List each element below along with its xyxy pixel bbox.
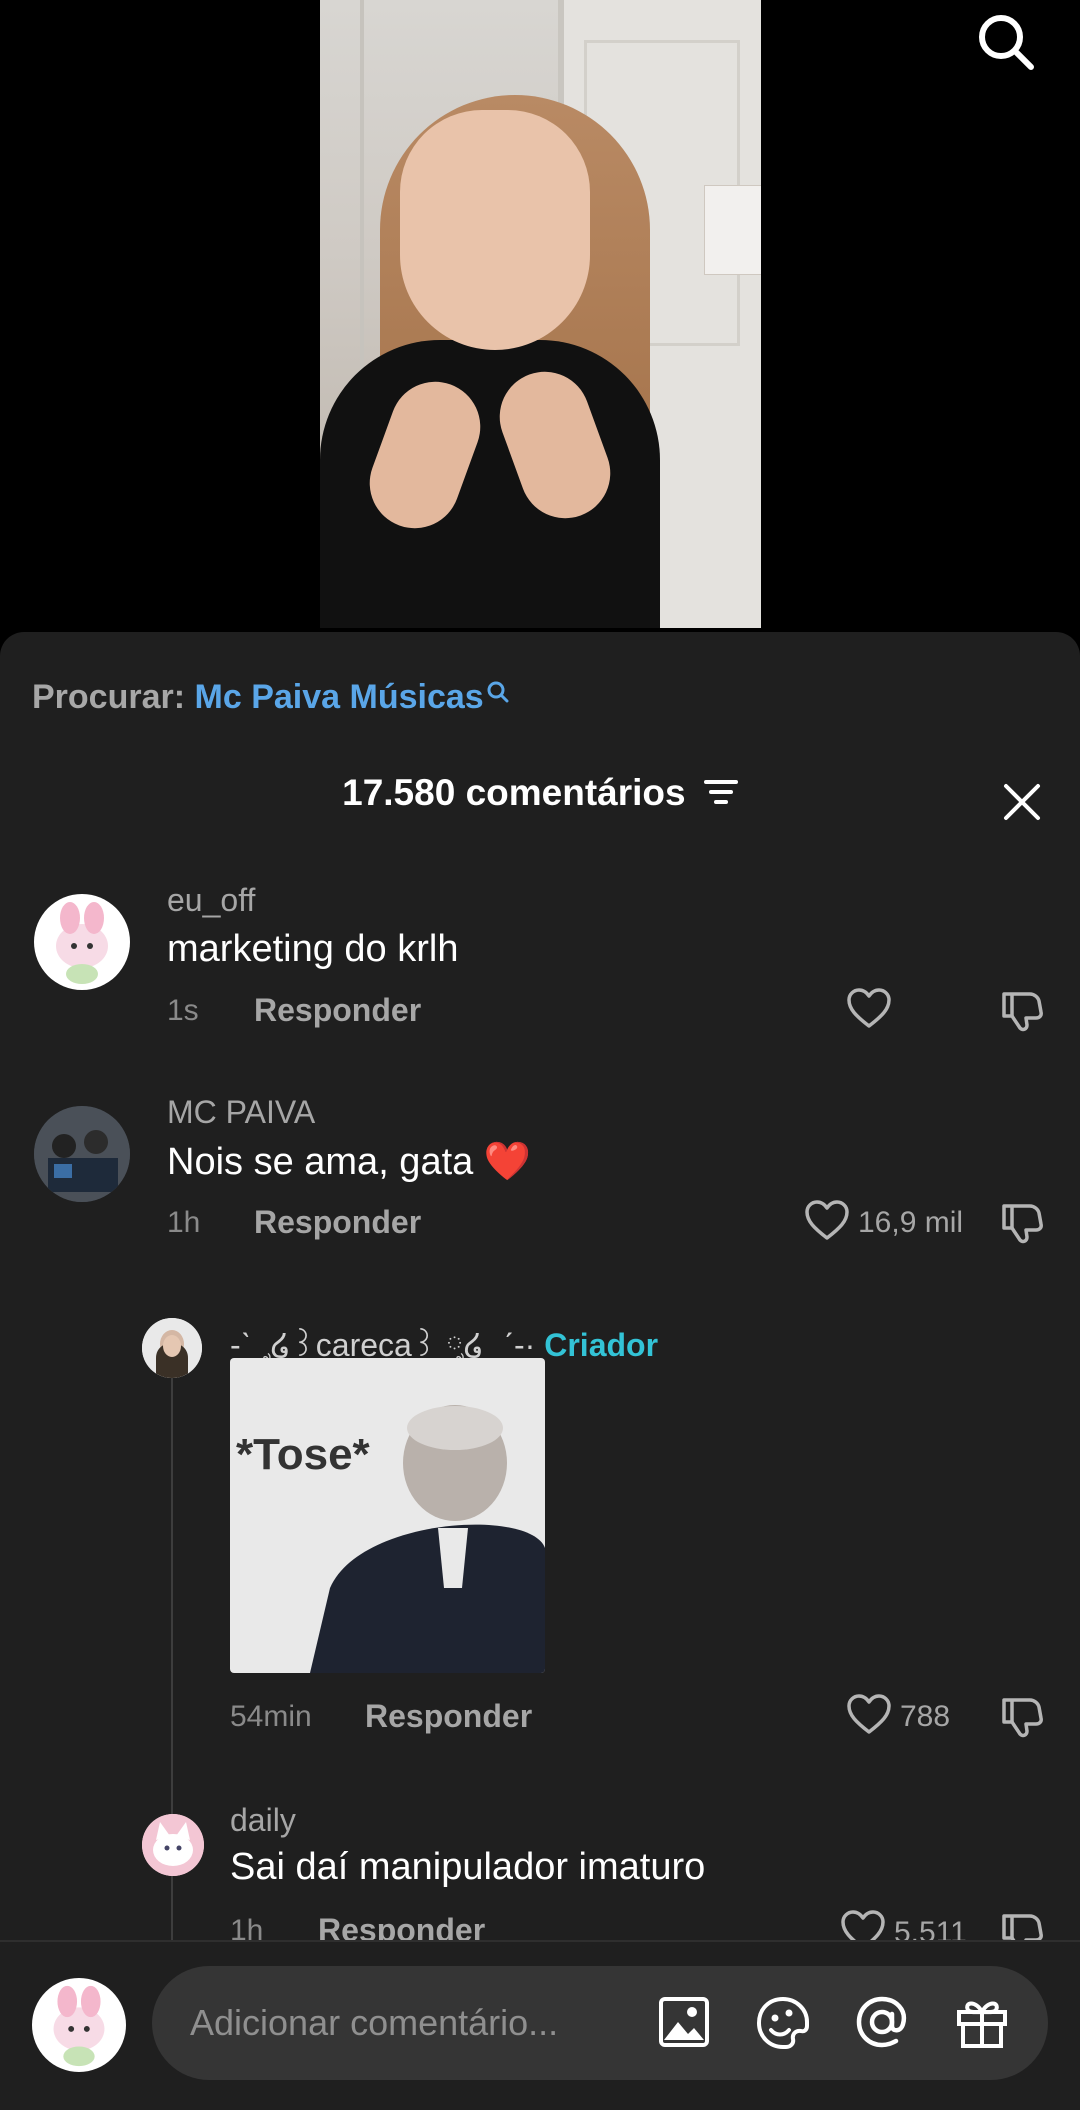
door-poster (704, 185, 761, 275)
like-count: 788 (900, 1700, 951, 1733)
meme-figure (310, 1405, 545, 1673)
video-player[interactable] (320, 0, 761, 628)
avatar[interactable] (34, 894, 130, 990)
dislike-icon[interactable] (1000, 1200, 1044, 1249)
comment-username[interactable]: eu_off (167, 882, 255, 919)
heart-icon[interactable] (846, 1694, 892, 1741)
dislike-icon[interactable] (1000, 988, 1044, 1037)
mention-icon[interactable] (854, 1994, 910, 2055)
comment-input[interactable]: Adicionar comentário... (152, 1966, 1048, 2080)
heart-icon[interactable] (840, 1910, 886, 1942)
close-icon[interactable] (1000, 780, 1044, 824)
reply-text: Sai daí manipulador imaturo (230, 1846, 706, 1888)
reply-button[interactable]: Responder (254, 1204, 421, 1241)
image-icon[interactable] (658, 1996, 710, 2053)
small-search-icon (486, 674, 510, 713)
search-prefix: Procurar: (32, 678, 186, 716)
avatar[interactable] (142, 1318, 202, 1378)
like-count: 5.511 (894, 1916, 967, 1942)
reply-image[interactable]: *Tose* (230, 1358, 545, 1673)
reply-item: -ˋˏ ༘໒꒱careca꒱ ༘໒ ˎˊ-· Criador *Tose* 54… (0, 1308, 1080, 1738)
avatar[interactable] (142, 1814, 204, 1876)
reply-button[interactable]: Responder (254, 992, 421, 1029)
comment-username[interactable]: MC PAIVA (167, 1094, 315, 1131)
comment-item: MC PAIVA Nois se ama, gata ❤️ 1h Respond… (0, 1094, 1080, 1244)
creator-badge: Criador (544, 1327, 659, 1363)
reply-button[interactable]: Responder (365, 1698, 532, 1735)
comment-time: 1s (167, 994, 199, 1027)
search-term-link[interactable]: Mc Paiva Músicas (195, 678, 484, 716)
comment-input-placeholder: Adicionar comentário... (190, 2002, 559, 2043)
search-icon[interactable] (976, 12, 1036, 72)
comments-count: 17.580 comentários (342, 772, 686, 813)
reply-time: 54min (230, 1700, 312, 1733)
heart-emoji: ❤️ (483, 1141, 532, 1183)
reply-username[interactable]: daily (230, 1802, 296, 1839)
reply-item: daily Sai daí manipulador imaturo 1h Res… (0, 1802, 1080, 1942)
sticker-icon[interactable] (756, 1996, 810, 2055)
dislike-icon[interactable] (1000, 1694, 1044, 1743)
gift-icon[interactable] (954, 1994, 1010, 2055)
comment-text: Nois se ama, gata ❤️ (167, 1140, 531, 1184)
reply-time: 1h (230, 1914, 264, 1942)
comment-composer: Adicionar comentário... (0, 1940, 1080, 2110)
person-face (400, 110, 590, 350)
like-count: 16,9 mil (858, 1206, 964, 1239)
search-suggestion[interactable]: Procurar: Mc Paiva Músicas (32, 678, 510, 717)
comment-time: 1h (167, 1206, 201, 1239)
heart-icon[interactable] (846, 988, 892, 1035)
heart-icon[interactable] (804, 1200, 850, 1247)
comments-count-header: 17.580 comentários (0, 772, 1080, 816)
avatar[interactable] (34, 1106, 130, 1202)
sort-filter-icon[interactable] (703, 774, 738, 816)
dislike-icon[interactable] (1000, 1910, 1044, 1942)
comments-sheet: Procurar: Mc Paiva Músicas 17.580 coment… (0, 632, 1080, 2108)
comment-item: eu_off marketing do krlh 1s Responder (0, 882, 1080, 1032)
comment-text-body: Nois se ama, gata (167, 1141, 474, 1183)
reply-button[interactable]: Responder (318, 1912, 485, 1942)
comment-text: marketing do krlh (167, 928, 459, 970)
my-avatar[interactable] (32, 1978, 126, 2072)
